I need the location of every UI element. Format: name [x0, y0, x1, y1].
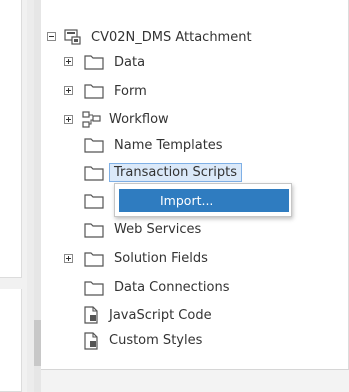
expand-toggle-workflow[interactable]: [64, 115, 73, 124]
tree-node-javascript-code[interactable]: JavaScript Code: [109, 304, 212, 326]
context-menu: Import...: [114, 183, 292, 217]
expand-toggle-solution-fields[interactable]: [64, 254, 73, 263]
tree-node-label-selected: Transaction Scripts: [109, 162, 242, 182]
left-panel-card-bottom: [0, 289, 22, 392]
tree-node-label: JavaScript Code: [109, 307, 212, 323]
tree-node-form[interactable]: Form: [114, 80, 147, 102]
collapse-toggle-root[interactable]: [47, 32, 56, 41]
left-panel-card-top: [0, 0, 22, 278]
tree-node-solution-fields[interactable]: Solution Fields: [114, 247, 208, 269]
tree-node-workflow[interactable]: Workflow: [109, 108, 169, 130]
folder-icon: [84, 84, 104, 99]
tree-node-label: Workflow: [109, 111, 169, 127]
tree-node-root[interactable]: CV02N_DMS Attachment: [91, 26, 252, 48]
folder-icon: [84, 281, 104, 296]
tree-node-label: Data Connections: [114, 279, 230, 295]
style-file-icon: [84, 332, 98, 350]
tree-node-label: Web Services: [114, 221, 202, 237]
folder-icon: [84, 138, 104, 153]
menu-item-import[interactable]: Import...: [119, 189, 289, 212]
tree-node-data-connections[interactable]: Data Connections: [114, 276, 230, 298]
script-file-icon: [84, 306, 98, 324]
tree-node-custom-styles[interactable]: Custom Styles: [109, 329, 202, 351]
vertical-scrollbar-thumb[interactable]: [34, 320, 41, 366]
folder-icon: [84, 252, 104, 267]
panel-splitter[interactable]: [27, 0, 34, 392]
folder-icon: [84, 194, 104, 209]
tree-node-label: Data: [114, 54, 146, 70]
tree-node-label: Custom Styles: [109, 332, 203, 348]
menu-item-import-label: Import...: [160, 193, 214, 208]
folder-icon: [84, 55, 104, 70]
folder-icon: [84, 223, 104, 238]
tree-node-web-services[interactable]: Web Services: [114, 218, 201, 240]
tree-node-label: Name Templates: [114, 137, 223, 153]
tree-node-transaction-scripts[interactable]: Transaction Scripts: [109, 161, 242, 183]
tree-node-label: Form: [114, 83, 147, 99]
tree-node-label: Solution Fields: [114, 250, 208, 266]
tree-node-data[interactable]: Data: [114, 51, 145, 73]
expand-toggle-form[interactable]: [64, 86, 73, 95]
folder-icon: [84, 166, 104, 181]
tree-node-root-label: CV02N_DMS Attachment: [91, 29, 252, 45]
bottom-panel-edge: [41, 369, 349, 392]
solution-icon: [64, 29, 81, 45]
expand-toggle-data[interactable]: [64, 57, 73, 66]
workflow-icon: [82, 111, 101, 128]
tree-node-name-templates[interactable]: Name Templates: [114, 134, 223, 156]
left-panel: [0, 0, 27, 392]
